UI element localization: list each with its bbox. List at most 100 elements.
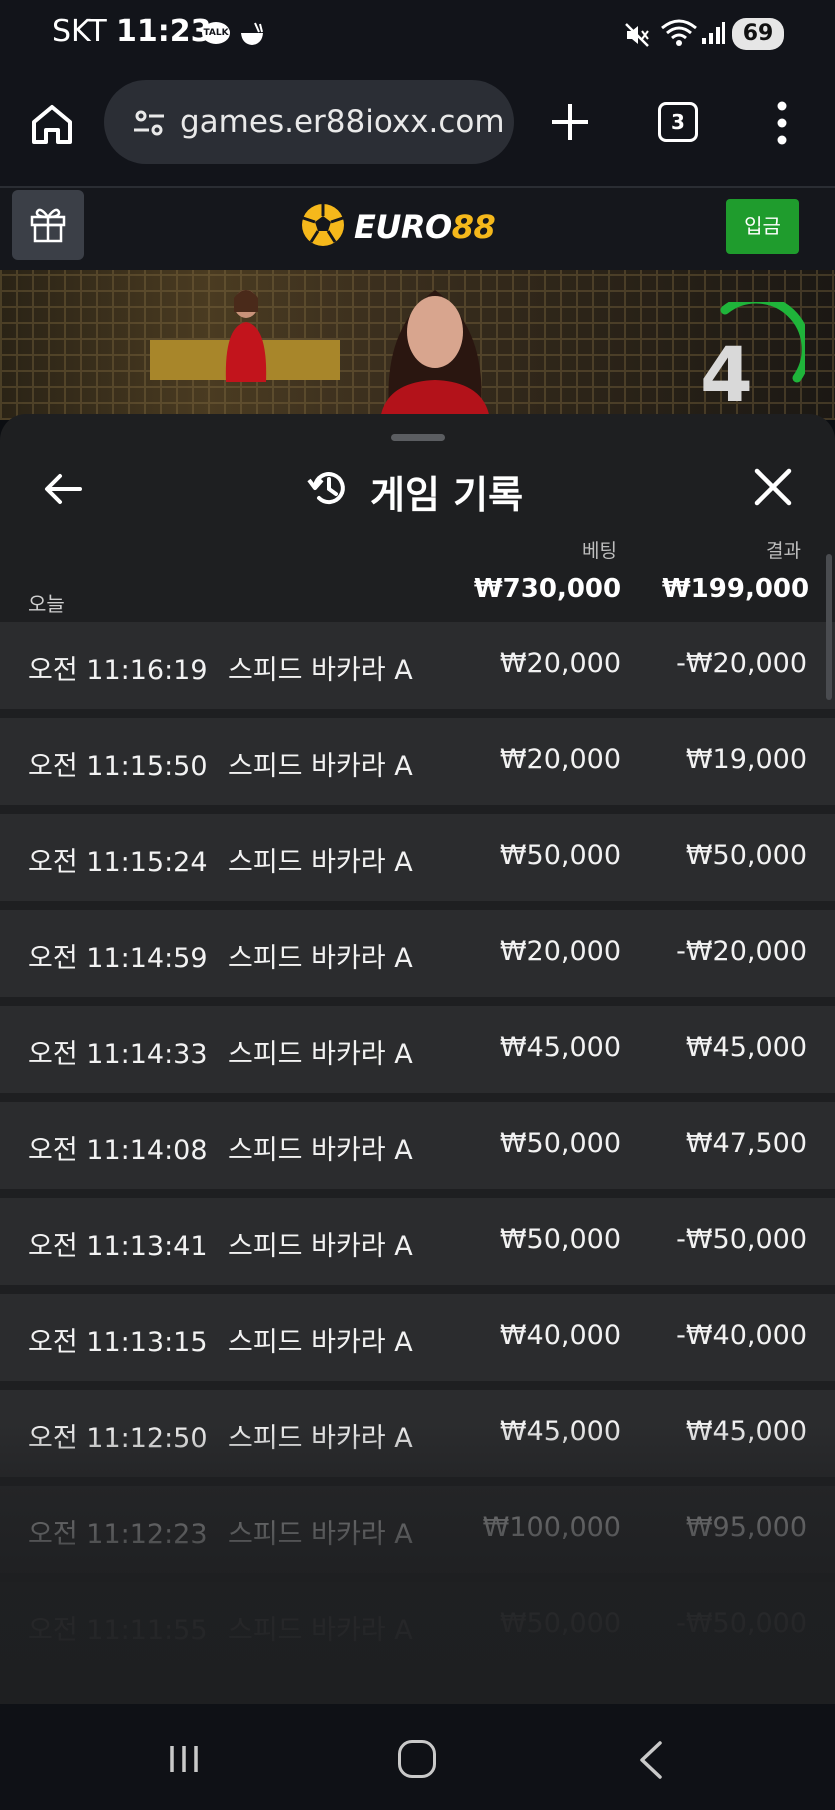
more-vert-icon[interactable] xyxy=(770,100,794,146)
logo-word: EURO xyxy=(354,208,452,246)
row-bet: ₩20,000 xyxy=(499,936,621,967)
bet-header: 베팅 xyxy=(582,540,617,562)
row-game: 스피드 바카라 A xyxy=(228,751,413,782)
row-result: ₩50,000 xyxy=(685,840,807,871)
game-history-panel: 게임 기록 베팅 결과 오늘 ₩730,000 ₩199,000 오전 11:1… xyxy=(0,414,835,1704)
carrier-label: SKT xyxy=(52,14,107,49)
row-bet: ₩100,000 xyxy=(482,1512,621,1543)
home-circle-icon[interactable] xyxy=(398,1740,436,1778)
scrollbar[interactable] xyxy=(826,554,832,700)
back-arrow-icon[interactable] xyxy=(40,466,86,512)
battery-icon: 69 xyxy=(732,18,784,50)
row-time: 오전 11:12:50 xyxy=(28,1423,208,1454)
recent-apps-icon[interactable] xyxy=(168,1744,200,1774)
address-bar[interactable]: games.er88ioxx.com xyxy=(104,80,514,164)
row-game: 스피드 바카라 A xyxy=(228,943,413,974)
site-settings-icon[interactable] xyxy=(132,106,166,140)
row-bet: ₩40,000 xyxy=(499,1320,621,1351)
row-game: 스피드 바카라 A xyxy=(228,847,413,878)
row-time: 오전 11:16:19 xyxy=(28,655,208,686)
live-video: 4 xyxy=(0,270,835,420)
close-icon[interactable] xyxy=(752,466,794,508)
history-row[interactable]: 오전 11:13:41 스피드 바카라 A ₩50,000 -₩50,000 xyxy=(0,1198,835,1285)
history-row[interactable]: 오전 11:11:55 스피드 바카라 A ₩50,000 -₩50,000 xyxy=(0,1582,835,1669)
history-row[interactable]: 오전 11:16:19 스피드 바카라 A ₩20,000 -₩20,000 xyxy=(0,622,835,709)
dealer-figure xyxy=(380,290,490,420)
history-row[interactable]: 오전 11:13:15 스피드 바카라 A ₩40,000 -₩40,000 xyxy=(0,1294,835,1381)
history-row[interactable]: 오전 11:14:59 스피드 바카라 A ₩20,000 -₩20,000 xyxy=(0,910,835,997)
gift-icon xyxy=(30,208,66,243)
row-time: 오전 11:13:15 xyxy=(28,1327,208,1358)
history-icon xyxy=(307,472,345,505)
history-row[interactable]: 오전 11:14:33 스피드 바카라 A ₩45,000 ₩45,000 xyxy=(0,1006,835,1093)
wifi-icon xyxy=(661,19,697,46)
row-result: -₩50,000 xyxy=(676,1608,807,1639)
url-text[interactable]: games.er88ioxx.com xyxy=(180,104,505,140)
site-header: EURO88 입금 xyxy=(0,188,835,270)
clock: 11:23 xyxy=(116,14,212,49)
row-bet: ₩50,000 xyxy=(499,1608,621,1639)
bet-total: ₩730,000 xyxy=(474,574,622,604)
row-time: 오전 11:13:41 xyxy=(28,1231,208,1262)
row-result: ₩45,000 xyxy=(685,1032,807,1063)
row-bet: ₩50,000 xyxy=(499,840,621,871)
talk-icon: TALK xyxy=(202,22,230,44)
result-header: 결과 xyxy=(766,540,801,562)
row-game: 스피드 바카라 A xyxy=(228,1231,413,1262)
date-label: 오늘 xyxy=(28,592,65,616)
row-result: -₩20,000 xyxy=(676,936,807,967)
row-bet: ₩20,000 xyxy=(499,744,621,775)
bowl-icon xyxy=(241,22,263,45)
plus-icon[interactable] xyxy=(548,100,592,144)
row-result: ₩45,000 xyxy=(685,1416,807,1447)
soccer-ball-icon xyxy=(302,204,344,246)
row-result: ₩47,500 xyxy=(685,1128,807,1159)
row-time: 오전 11:14:59 xyxy=(28,943,208,974)
row-time: 오전 11:15:24 xyxy=(28,847,208,878)
history-list: 오전 11:16:19 스피드 바카라 A ₩20,000 -₩20,000 오… xyxy=(0,622,835,1678)
row-game: 스피드 바카라 A xyxy=(228,1615,413,1646)
row-time: 오전 11:11:55 xyxy=(28,1615,208,1646)
row-game: 스피드 바카라 A xyxy=(228,655,413,686)
deposit-button[interactable]: 입금 xyxy=(726,199,799,254)
system-nav-bar xyxy=(0,1704,835,1810)
row-result: -₩50,000 xyxy=(676,1224,807,1255)
row-bet: ₩20,000 xyxy=(499,648,621,679)
row-time: 오전 11:15:50 xyxy=(28,751,208,782)
home-icon[interactable] xyxy=(28,100,76,148)
row-bet: ₩45,000 xyxy=(499,1416,621,1447)
row-time: 오전 11:14:33 xyxy=(28,1039,208,1070)
history-row[interactable]: 오전 11:12:50 스피드 바카라 A ₩45,000 ₩45,000 xyxy=(0,1390,835,1477)
row-time: 오전 11:12:23 xyxy=(28,1519,208,1550)
dealer-figure xyxy=(225,290,267,382)
history-row[interactable]: 오전 11:15:24 스피드 바카라 A ₩50,000 ₩50,000 xyxy=(0,814,835,901)
browser-toolbar: games.er88ioxx.com 3 xyxy=(0,70,835,188)
row-result: -₩20,000 xyxy=(676,648,807,679)
drag-handle[interactable] xyxy=(391,434,445,441)
row-game: 스피드 바카라 A xyxy=(228,1519,413,1550)
row-bet: ₩50,000 xyxy=(499,1128,621,1159)
mute-icon xyxy=(625,23,649,47)
back-chevron-icon[interactable] xyxy=(636,1740,666,1780)
row-result: ₩19,000 xyxy=(685,744,807,775)
row-game: 스피드 바카라 A xyxy=(228,1039,413,1070)
gift-button[interactable] xyxy=(12,190,84,260)
status-bar: SKT 11:23 TALK 69 xyxy=(0,0,835,70)
history-row[interactable]: 오전 11:15:50 스피드 바카라 A ₩20,000 ₩19,000 xyxy=(0,718,835,805)
row-bet: ₩45,000 xyxy=(499,1032,621,1063)
row-bet: ₩50,000 xyxy=(499,1224,621,1255)
countdown-value: 4 xyxy=(700,330,753,419)
tabs-icon[interactable]: 3 xyxy=(658,102,698,142)
history-row[interactable]: 오전 11:14:08 스피드 바카라 A ₩50,000 ₩47,500 xyxy=(0,1102,835,1189)
panel-title-text: 게임 기록 xyxy=(370,473,524,517)
row-result: ₩95,000 xyxy=(685,1512,807,1543)
row-time: 오전 11:14:08 xyxy=(28,1135,208,1166)
logo-number: 88 xyxy=(451,208,496,246)
row-game: 스피드 바카라 A xyxy=(228,1327,413,1358)
row-result: -₩40,000 xyxy=(676,1320,807,1351)
result-total: ₩199,000 xyxy=(662,574,810,604)
row-game: 스피드 바카라 A xyxy=(228,1135,413,1166)
signal-icon xyxy=(702,22,725,44)
history-row[interactable]: 오전 11:12:23 스피드 바카라 A ₩100,000 ₩95,000 xyxy=(0,1486,835,1573)
row-game: 스피드 바카라 A xyxy=(228,1423,413,1454)
